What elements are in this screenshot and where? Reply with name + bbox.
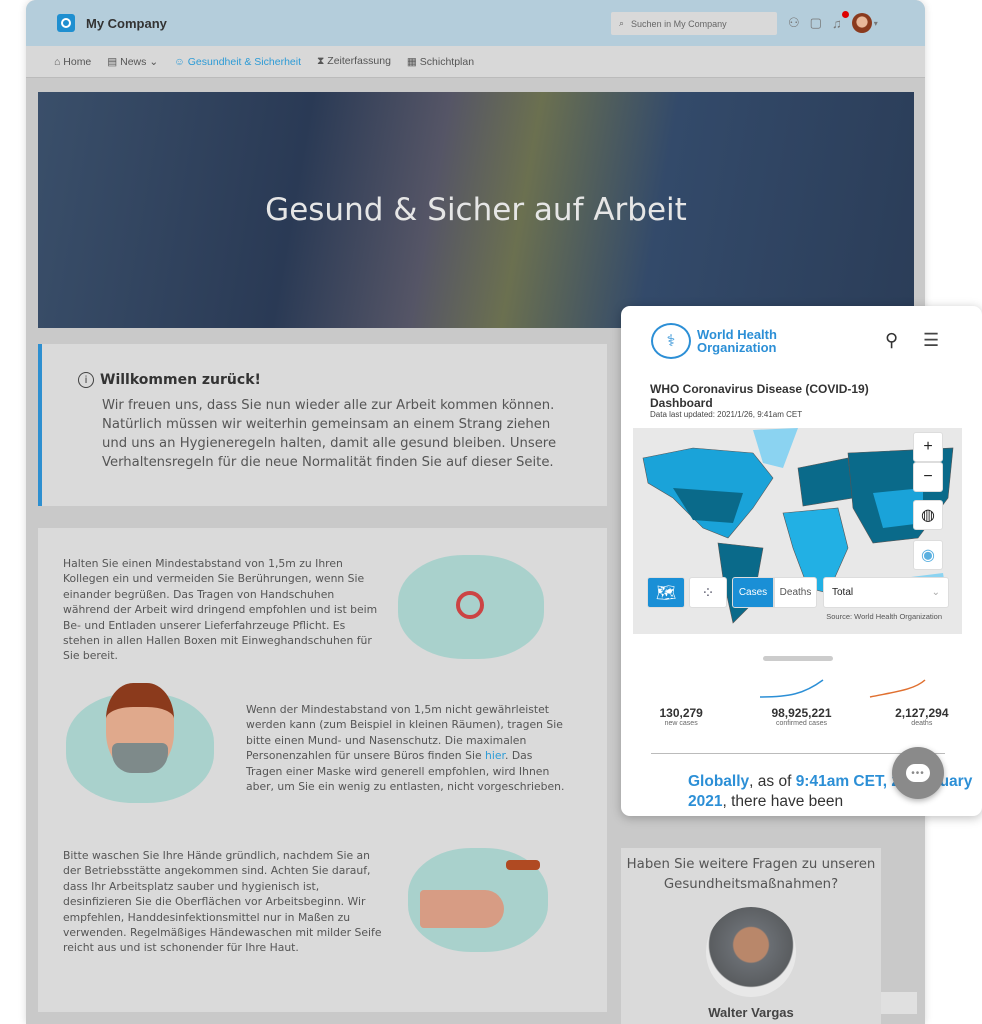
nav-news[interactable]: ▤ News ⌄ (107, 56, 158, 68)
bubble-layer-icon[interactable]: ◉ (913, 540, 943, 570)
chat-icon[interactable]: ▢ (810, 15, 822, 31)
world-map[interactable]: + − ◍ ◉ 🗺 ⁘ Cases Deaths Total ⌄ Source: … (633, 428, 962, 634)
chevron-down-icon: ⌄ (931, 587, 940, 598)
prohibited-icon (456, 591, 484, 619)
chat-button[interactable]: ••• (892, 747, 944, 799)
hero-banner: Gesund & Sicher auf Arbeit (38, 92, 914, 328)
notification-badge (842, 11, 849, 18)
map-source: Source: World Health Organization (826, 612, 942, 621)
menu-icon[interactable]: ☰ (923, 330, 939, 351)
who-logo-text[interactable]: World Health Organization (697, 328, 777, 354)
map-view-button[interactable]: 🗺 (647, 577, 685, 608)
nav-label: Home (63, 55, 92, 68)
bell-icon[interactable]: ♫ (832, 16, 842, 31)
search-input[interactable]: ⌕ Suchen in My Company (611, 12, 777, 35)
dashboard-title: WHO Coronavirus Disease (COVID-19) Dashb… (650, 382, 869, 410)
nav-time-tracking[interactable]: ⧗ Zeiterfassung (317, 55, 391, 68)
hands-icon (420, 890, 504, 928)
cases-tab[interactable]: Cases (732, 577, 774, 608)
distance-text: Halten Sie einen Mindestabstand von 1,5m… (63, 557, 378, 663)
welcome-card: i Willkommen zurück! Wir freuen uns, dass… (38, 344, 607, 506)
brand-name[interactable]: My Company (86, 16, 167, 31)
search-placeholder: Suchen in My Company (631, 18, 727, 29)
europe (797, 457, 854, 507)
scrollbar[interactable] (881, 992, 917, 1014)
distance-illustration (398, 555, 544, 659)
people-icon[interactable]: ⚇ (788, 15, 800, 31)
nav-label: News (120, 55, 147, 68)
welcome-title: Willkommen zurück! (100, 372, 261, 388)
bubble-view-button[interactable]: ⁘ (689, 577, 727, 608)
offices-link[interactable]: hier (485, 749, 505, 762)
metric-select[interactable]: Total ⌄ (823, 577, 949, 608)
cases-sparkline (759, 679, 824, 698)
nav-home[interactable]: ⌂ Home (54, 56, 91, 68)
deaths-sparkline (869, 679, 926, 698)
main-nav: ⌂ Home ▤ News ⌄ ☺ Gesundheit & Sicherhei… (26, 46, 925, 78)
last-updated: Data last updated: 2021/1/26, 9:41am CET (650, 410, 803, 419)
stat-new-cases: 130,279 new cases (659, 706, 703, 727)
faucet-icon (506, 860, 540, 870)
top-header: My Company ⌕ Suchen in My Company ⚇ ▢ ♫ ▾ (26, 0, 925, 46)
handwash-illustration (408, 848, 548, 952)
zoom-out-button[interactable]: − (913, 462, 943, 492)
search-icon: ⌕ (619, 18, 625, 28)
contact-name[interactable]: Walter Vargas (621, 1005, 881, 1020)
mask-illustration (66, 683, 214, 803)
globe-icon[interactable]: ◍ (913, 500, 943, 530)
chat-bubble-icon: ••• (906, 764, 930, 782)
stat-deaths: 2,127,294 deaths (895, 706, 949, 727)
zoom-in-button[interactable]: + (913, 432, 943, 462)
company-logo-icon[interactable] (57, 14, 75, 32)
user-avatar[interactable] (851, 13, 872, 33)
deaths-tab[interactable]: Deaths (774, 577, 817, 608)
nav-shift-plan[interactable]: ▦ Schichtplan (407, 56, 474, 68)
welcome-text: Wir freuen uns, dass Sie nun wieder alle… (102, 398, 557, 470)
info-icon: i (78, 372, 94, 388)
wash-text: Bitte waschen Sie Ihre Hände gründlich, … (63, 849, 382, 955)
nav-label: Schichtplan (419, 55, 475, 68)
mask-icon (112, 743, 168, 773)
contact-photo (706, 907, 796, 997)
nav-label: Gesundheit & Sicherheit (187, 55, 301, 68)
hero-title: Gesund & Sicher auf Arbeit (265, 192, 687, 228)
contact-card: Haben Sie weitere Fragen zu unseren Gesu… (621, 848, 881, 1024)
rules-card: Halten Sie einen Mindestabstand von 1,5m… (38, 528, 607, 1012)
who-emblem-icon: ⚕ (651, 323, 691, 359)
nav-health-safety[interactable]: ☺ Gesundheit & Sicherheit (174, 56, 301, 68)
chevron-down-icon: ⌄ (149, 55, 159, 68)
nav-label: Zeiterfassung (327, 55, 391, 67)
mask-text: Wenn der Mindestabstand von 1,5m nicht g… (246, 703, 565, 794)
chevron-down-icon[interactable]: ▾ (874, 19, 878, 28)
who-dashboard-popup: ⚕ World Health Organization ⚲ ☰ WHO Coron… (621, 306, 982, 816)
stat-confirmed-cases: 98,925,221 confirmed cases (771, 706, 832, 727)
drag-handle[interactable] (763, 656, 833, 661)
search-icon[interactable]: ⚲ (885, 330, 898, 351)
contact-question: Haben Sie weitere Fragen zu unseren Gesu… (626, 857, 876, 892)
